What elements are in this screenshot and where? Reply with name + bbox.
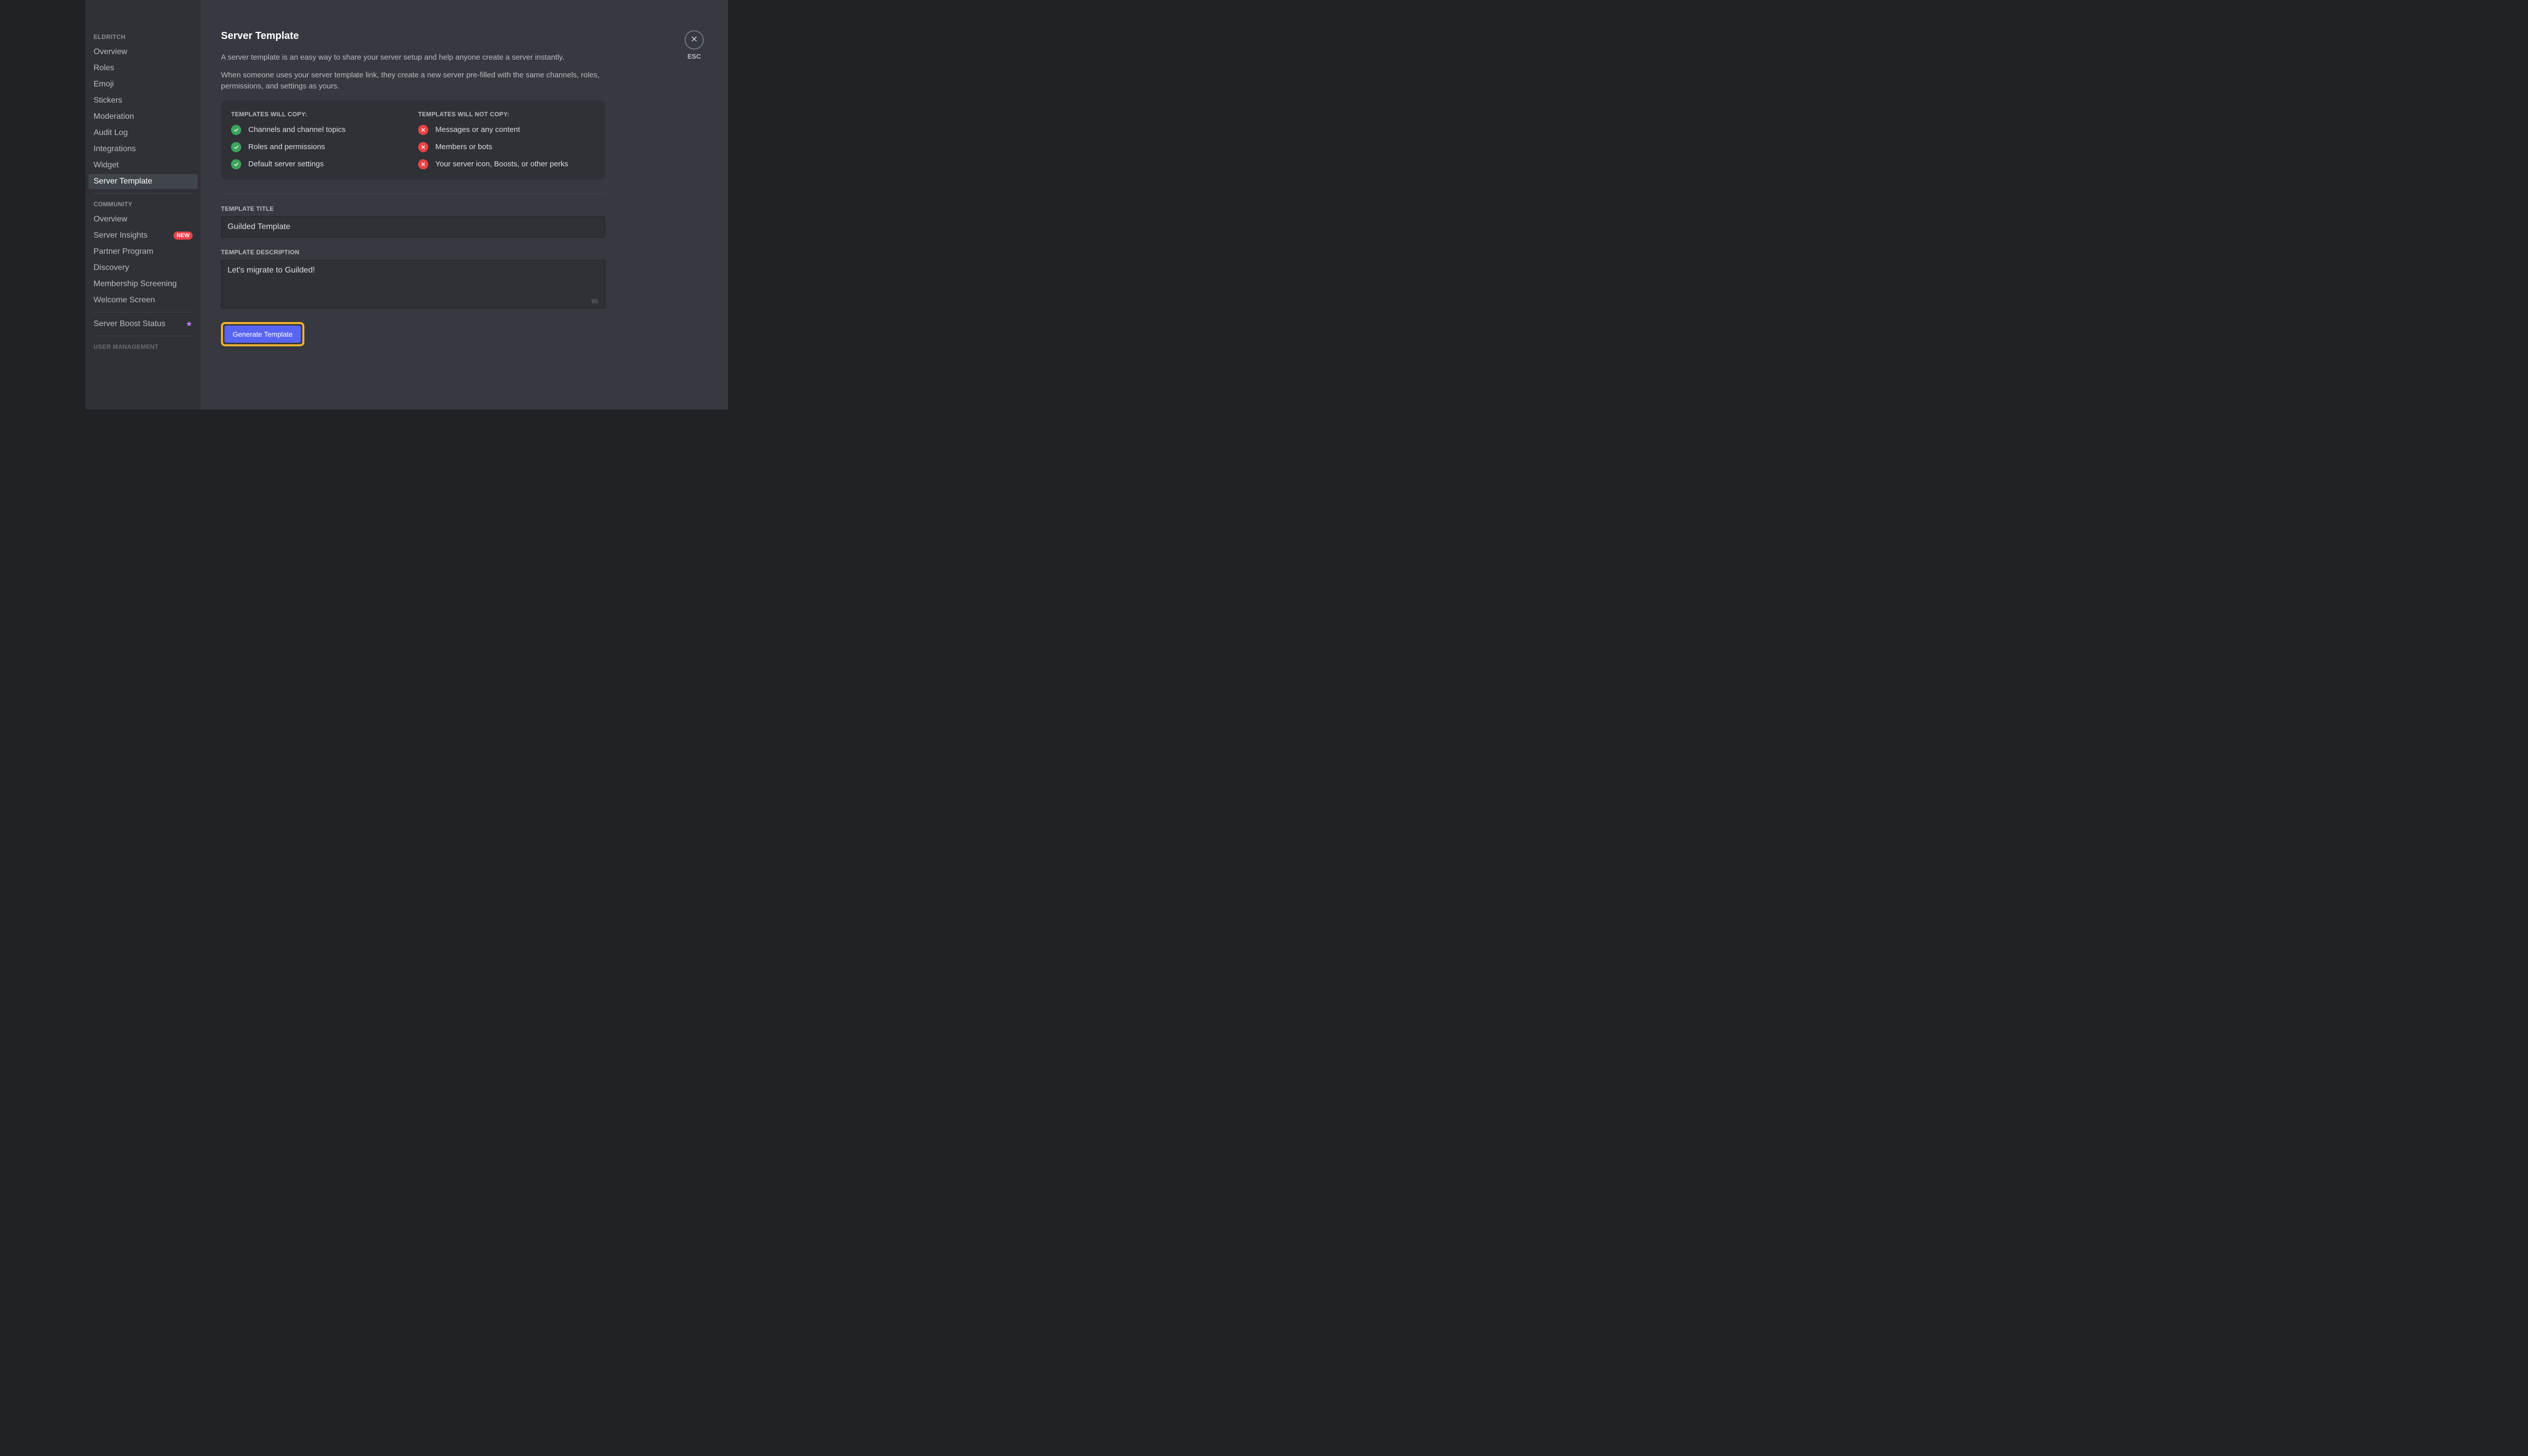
sidebar-item-label: Emoji	[94, 80, 114, 89]
sidebar-item-label: Discovery	[94, 263, 129, 272]
sidebar-item-audit-log[interactable]: Audit Log	[88, 125, 198, 141]
check-icon	[231, 159, 241, 169]
will-copy-item: Default server settings	[231, 159, 408, 169]
will-copy-text: Default server settings	[248, 160, 324, 168]
char-counter: 95	[592, 298, 598, 305]
close-area: ESC	[685, 30, 704, 60]
nitro-icon	[186, 321, 193, 328]
cross-icon	[418, 125, 428, 135]
sidebar-item-stickers[interactable]: Stickers	[88, 93, 198, 108]
highlight-ring: Generate Template	[221, 322, 304, 346]
cross-icon	[418, 159, 428, 169]
template-description-label: TEMPLATE DESCRIPTION	[221, 249, 605, 256]
sidebar-item-roles[interactable]: Roles	[88, 61, 198, 76]
will-not-copy-column: TEMPLATES WILL NOT COPY: Messages or any…	[418, 111, 595, 169]
sidebar-item-label: Stickers	[94, 96, 122, 105]
will-not-copy-header: TEMPLATES WILL NOT COPY:	[418, 111, 595, 118]
cross-icon	[418, 142, 428, 152]
will-copy-text: Channels and channel topics	[248, 125, 346, 134]
will-not-copy-item: Your server icon, Boosts, or other perks	[418, 159, 595, 169]
will-not-copy-item: Members or bots	[418, 142, 595, 152]
check-icon	[231, 125, 241, 135]
sidebar-item-label: Server Boost Status	[94, 320, 165, 329]
will-copy-text: Roles and permissions	[248, 143, 325, 151]
copy-info-card: TEMPLATES WILL COPY: Channels and channe…	[221, 101, 605, 179]
sidebar-item-integrations[interactable]: Integrations	[88, 142, 198, 157]
sidebar-item-server-boost[interactable]: Server Boost Status	[88, 316, 198, 332]
sidebar-item-server-insights[interactable]: Server Insights NEW	[88, 228, 198, 243]
sidebar-item-label: Overview	[94, 215, 127, 224]
sidebar-item-overview[interactable]: Overview	[88, 44, 198, 60]
left-rail	[0, 0, 85, 410]
settings-sidebar: ELDRITCH Overview Roles Emoji Stickers M…	[85, 0, 201, 410]
content-area: ESC Server Template A server template is…	[201, 0, 728, 410]
will-copy-header: TEMPLATES WILL COPY:	[231, 111, 408, 118]
esc-label: ESC	[685, 53, 704, 60]
user-management-header: USER MANAGEMENT	[88, 340, 198, 353]
will-copy-item: Channels and channel topics	[231, 125, 408, 135]
sidebar-item-welcome-screen[interactable]: Welcome Screen	[88, 293, 198, 308]
will-not-copy-item: Messages or any content	[418, 125, 595, 135]
sidebar-item-label: Server Template	[94, 177, 152, 186]
generate-template-button[interactable]: Generate Template	[224, 326, 301, 343]
new-badge: NEW	[173, 232, 193, 240]
community-header: COMMUNITY	[88, 198, 198, 211]
sidebar-item-label: Roles	[94, 64, 114, 73]
sidebar-item-label: Integrations	[94, 145, 136, 154]
sidebar-item-label: Widget	[94, 161, 119, 170]
sidebar-item-community-overview[interactable]: Overview	[88, 212, 198, 227]
will-not-copy-text: Messages or any content	[435, 125, 520, 134]
sidebar-item-label: Partner Program	[94, 247, 153, 256]
sidebar-item-label: Server Insights	[94, 231, 148, 240]
page-description-1: A server template is an easy way to shar…	[221, 52, 605, 64]
sidebar-item-label: Membership Screening	[94, 280, 177, 289]
sidebar-item-discovery[interactable]: Discovery	[88, 260, 198, 276]
page-title: Server Template	[221, 30, 605, 42]
will-copy-column: TEMPLATES WILL COPY: Channels and channe…	[231, 111, 408, 169]
server-name-header: ELDRITCH	[88, 30, 198, 43]
sidebar-item-label: Audit Log	[94, 128, 128, 138]
will-not-copy-text: Your server icon, Boosts, or other perks	[435, 160, 568, 168]
template-description-input[interactable]	[221, 260, 605, 308]
close-button[interactable]	[685, 30, 704, 50]
close-icon	[690, 34, 699, 46]
sidebar-item-partner-program[interactable]: Partner Program	[88, 244, 198, 259]
check-icon	[231, 142, 241, 152]
template-title-label: TEMPLATE TITLE	[221, 205, 605, 212]
template-title-input[interactable]	[221, 216, 605, 238]
sidebar-item-moderation[interactable]: Moderation	[88, 109, 198, 124]
sidebar-item-label: Overview	[94, 48, 127, 57]
sidebar-item-emoji[interactable]: Emoji	[88, 77, 198, 92]
page-description-2: When someone uses your server template l…	[221, 70, 605, 93]
sidebar-item-label: Moderation	[94, 112, 134, 121]
sidebar-item-widget[interactable]: Widget	[88, 158, 198, 173]
sidebar-item-label: Welcome Screen	[94, 296, 155, 305]
sidebar-item-membership-screening[interactable]: Membership Screening	[88, 277, 198, 292]
will-not-copy-text: Members or bots	[435, 143, 492, 151]
will-copy-item: Roles and permissions	[231, 142, 408, 152]
sidebar-divider	[94, 193, 193, 194]
sidebar-item-server-template[interactable]: Server Template	[88, 174, 198, 189]
